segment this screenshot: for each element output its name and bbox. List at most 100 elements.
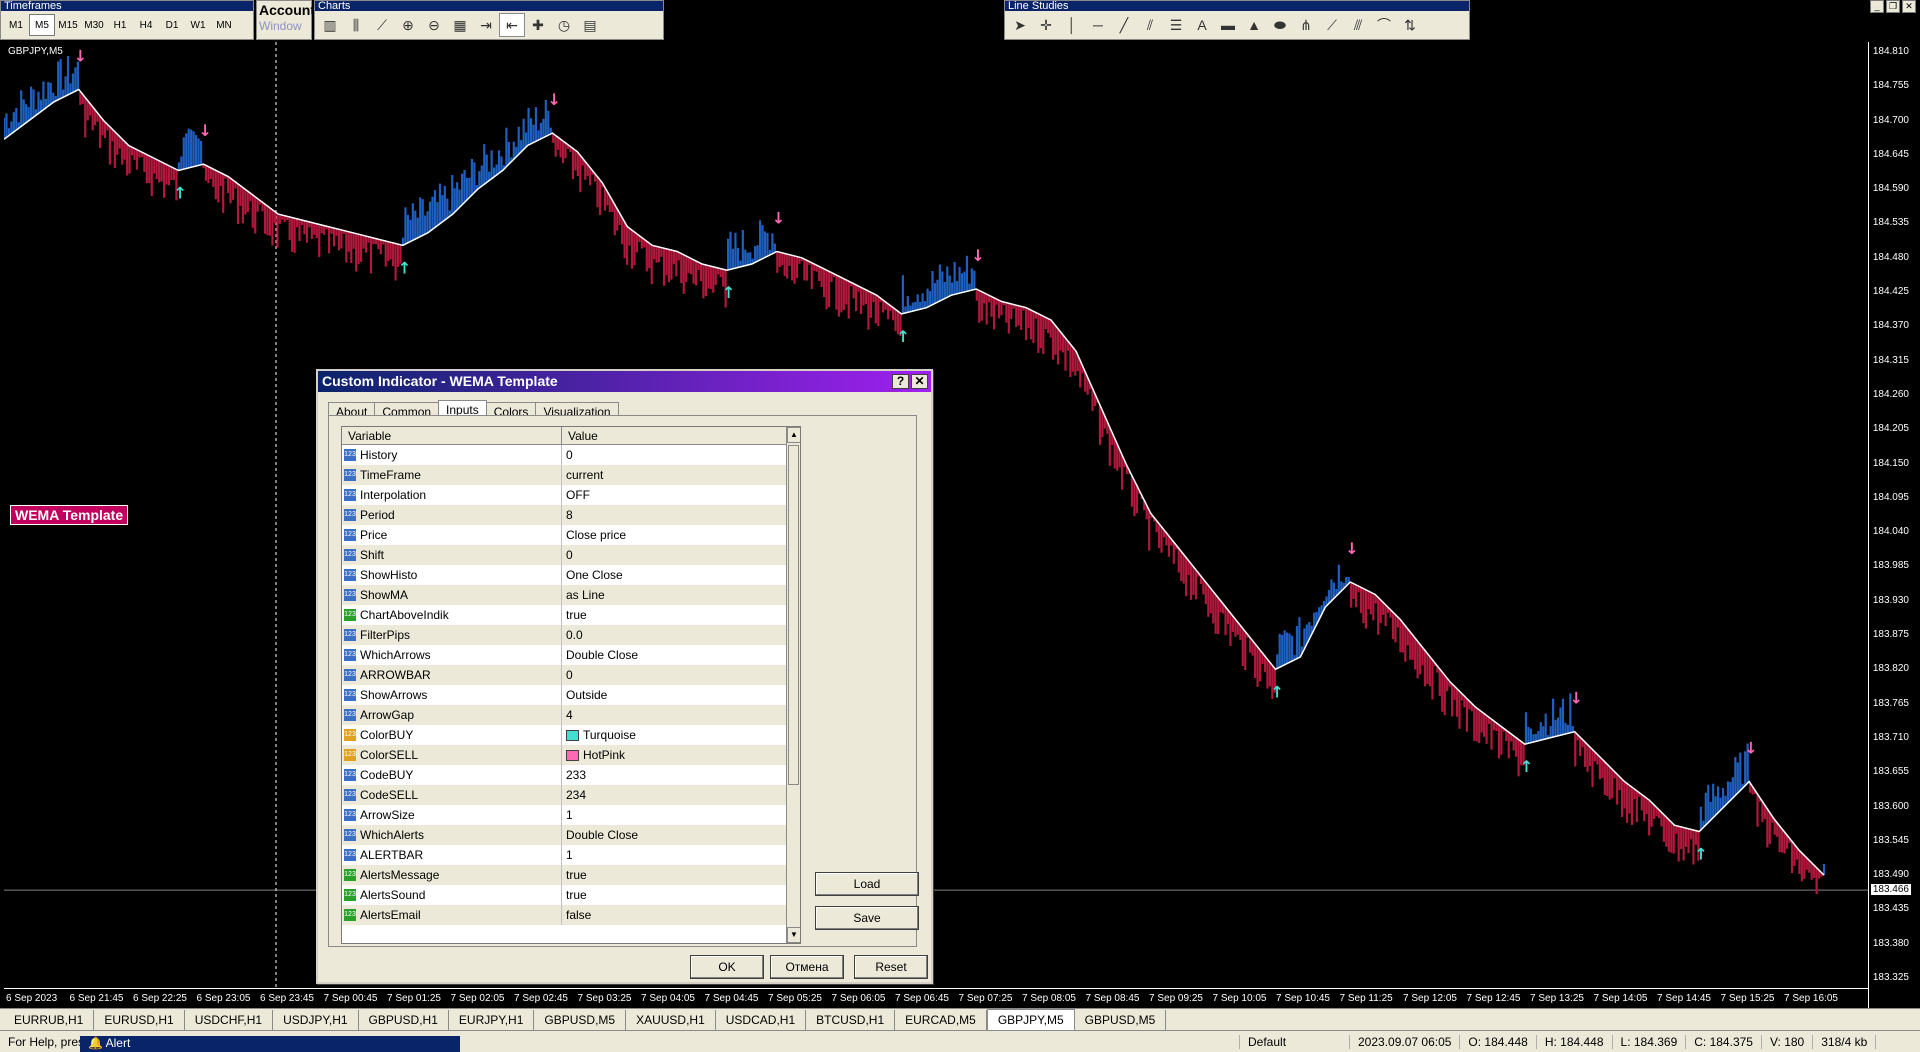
input-row[interactable]: 123 ALERTBAR 1 [342,845,786,865]
symbol-tab[interactable]: GBPUSD,M5 [1075,1009,1167,1030]
price-axis[interactable]: 184.810 184.755 184.700 184.645 184.590 184.5… [1868,42,1912,1008]
autoscroll-icon[interactable]: ⇥ [473,13,499,37]
symbol-tab[interactable]: EURCAD,M5 [895,1009,987,1030]
value-cell[interactable]: 0.0 [562,625,786,645]
line-chart-icon[interactable]: ⟋ [369,13,395,37]
input-row[interactable]: 123 CodeSELL 234 [342,785,786,805]
input-row[interactable]: 123 ArrowGap 4 [342,705,786,725]
time-axis[interactable]: 6 Sep 2023 6 Sep 21:45 6 Sep 22:25 6 Sep 23… [4,988,1868,1008]
grid-scrollbar[interactable]: ▲ ▼ [786,427,800,943]
symbol-tab[interactable]: USDJPY,H1 [273,1009,359,1030]
value-cell[interactable]: Turquoise [562,725,786,745]
value-cell[interactable]: true [562,885,786,905]
fibo-icon[interactable]: ☰ [1163,13,1189,37]
symbol-tab[interactable]: EURRUB,H1 [4,1009,95,1030]
price-chart[interactable]: ↓ ↑ ↓ ↑ ↓ ↑ ↓ ↑ ↓ ↑ ↓ ↑ ↓ ↑ ↓ [4,42,1868,988]
value-cell[interactable]: 1 [562,845,786,865]
input-row[interactable]: 123 ColorSELL HotPink [342,745,786,765]
value-cell[interactable]: One Close [562,565,786,585]
symbol-tab[interactable]: EURJPY,H1 [449,1009,535,1030]
ellipse-icon[interactable]: ⬬ [1267,13,1293,37]
save-button[interactable]: Save [815,906,919,930]
gann-icon[interactable]: ⟋ [1319,13,1345,37]
timeframe-h4[interactable]: H4 [133,14,159,36]
cancel-button[interactable]: Отмена [770,955,844,979]
input-row[interactable]: 123 AlertsMessage true [342,865,786,885]
input-row[interactable]: 123 WhichArrows Double Close [342,645,786,665]
symbol-tab[interactable]: USDCHF,H1 [185,1009,274,1030]
vertical-line-icon[interactable]: │ [1059,13,1085,37]
value-cell[interactable]: 4 [562,705,786,725]
trendline-icon[interactable]: ╱ [1111,13,1137,37]
timeframe-m5[interactable]: M5 [29,14,55,36]
zoom-in-icon[interactable]: ⊕ [395,13,421,37]
symbol-tab[interactable]: XAUUSD,H1 [626,1009,716,1030]
input-row[interactable]: 123 CodeBUY 233 [342,765,786,785]
horizontal-line-icon[interactable]: ─ [1085,13,1111,37]
input-row[interactable]: 123 ARROWBAR 0 [342,665,786,685]
timeframe-m15[interactable]: M15 [55,14,81,36]
timeframe-w1[interactable]: W1 [185,14,211,36]
value-cell[interactable]: 0 [562,445,786,465]
input-row[interactable]: 123 TimeFrame current [342,465,786,485]
scroll-thumb[interactable] [788,445,799,785]
candles-icon[interactable]: ⫼ [343,13,369,37]
chart-shift-icon[interactable]: ⇤ [499,13,525,37]
input-row[interactable]: 123 ChartAboveIndik true [342,605,786,625]
load-button[interactable]: Load [815,872,919,896]
symbol-tab[interactable]: GBPUSD,H1 [359,1009,449,1030]
channel-icon[interactable]: ⫽ [1137,13,1163,37]
value-cell[interactable]: 1 [562,805,786,825]
input-row[interactable]: 123 Shift 0 [342,545,786,565]
indicators-icon[interactable]: ✚ [525,13,551,37]
value-cell[interactable]: Close price [562,525,786,545]
help-icon[interactable]: ? [892,374,909,389]
symbol-tab[interactable]: GBPJPY,M5 [986,1009,1075,1030]
value-cell[interactable]: HotPink [562,745,786,765]
input-row[interactable]: 123 Period 8 [342,505,786,525]
value-cell[interactable]: 0 [562,665,786,685]
value-cell[interactable]: 233 [562,765,786,785]
tile-windows-icon[interactable]: ▦ [447,13,473,37]
input-row[interactable]: 123 ColorBUY Turquoise [342,725,786,745]
zoom-out-icon[interactable]: ⊖ [421,13,447,37]
input-row[interactable]: 123 History 0 [342,445,786,465]
timeframe-m30[interactable]: M30 [81,14,107,36]
value-cell[interactable]: Double Close [562,825,786,845]
value-cell[interactable]: Outside [562,685,786,705]
symbol-tab[interactable]: GBPUSD,M5 [534,1009,627,1030]
symbol-tab[interactable]: EURUSD,H1 [94,1009,185,1030]
timeframe-m1[interactable]: M1 [3,14,29,36]
value-cell[interactable]: 0 [562,545,786,565]
chart-window[interactable]: ↓ ↑ ↓ ↑ ↓ ↑ ↓ ↑ ↓ ↑ ↓ ↑ ↓ ↑ ↓ GBPJPY,M5 WEMA Template … [4,42,1912,1008]
input-row[interactable]: 123 WhichAlerts Double Close [342,825,786,845]
rectangle-icon[interactable]: ▬ [1215,13,1241,37]
value-cell[interactable]: true [562,865,786,885]
input-row[interactable]: 123 ArrowSize 1 [342,805,786,825]
text-icon[interactable]: A [1189,13,1215,37]
value-cell[interactable]: as Line [562,585,786,605]
input-row[interactable]: 123 ShowHisto One Close [342,565,786,585]
input-row[interactable]: 123 AlertsSound true [342,885,786,905]
symbol-tab[interactable]: USDCAD,H1 [716,1009,807,1030]
input-row[interactable]: 123 Interpolation OFF [342,485,786,505]
symbol-tab[interactable]: BTCUSD,H1 [806,1009,896,1030]
arrows-icon[interactable]: ⇅ [1397,13,1423,37]
minimize-icon[interactable]: _ [1870,0,1884,13]
restore-icon[interactable]: ❐ [1886,0,1900,13]
bar-chart-icon[interactable]: ▥ [317,13,343,37]
timeframe-h1[interactable]: H1 [107,14,133,36]
scroll-down-icon[interactable]: ▼ [787,927,800,943]
input-row[interactable]: 123 FilterPips 0.0 [342,625,786,645]
value-cell[interactable]: false [562,905,786,925]
value-cell[interactable]: 234 [562,785,786,805]
reset-button[interactable]: Reset [854,955,928,979]
ok-button[interactable]: OK [690,955,764,979]
input-row[interactable]: 123 AlertsEmail false [342,905,786,925]
value-cell[interactable]: OFF [562,485,786,505]
window-label[interactable]: Window [257,19,311,33]
periods-icon[interactable]: ◷ [551,13,577,37]
inputs-grid[interactable]: Variable Value 123 History 0 123 TimeFrame cu… [341,426,801,944]
input-row[interactable]: 123 Price Close price [342,525,786,545]
close-icon[interactable]: ✕ [911,374,928,389]
